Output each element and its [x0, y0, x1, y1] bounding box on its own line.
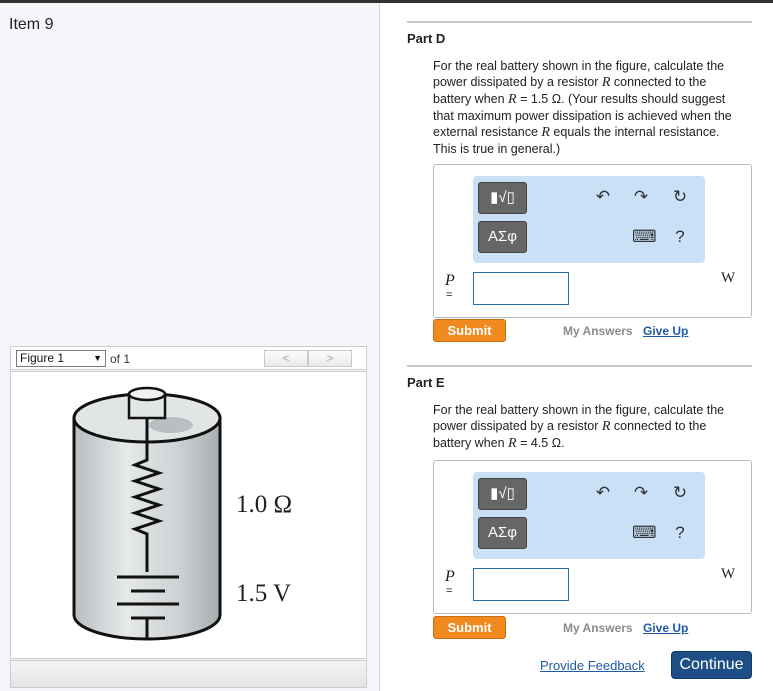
equals-sign: = [446, 289, 453, 301]
reset-icon[interactable]: ↻ [669, 483, 691, 503]
figure-toolbar: Figure 1 ▼ of 1 < > [10, 346, 367, 370]
question-value: = 1.5 Ω [516, 92, 562, 106]
voltage-label: 1.5 V [236, 580, 292, 607]
provide-feedback-link[interactable]: Provide Feedback [540, 658, 645, 673]
math-variable: R [541, 125, 550, 140]
question-text: . [561, 436, 565, 450]
keyboard-icon[interactable]: ⌨ [632, 227, 657, 247]
resistance-label: 1.0 Ω [236, 491, 293, 518]
part-d-submit-button[interactable]: Submit [433, 319, 506, 342]
part-d-question: For the real battery shown in the figure… [433, 58, 743, 157]
part-e-give-up-link[interactable]: Give Up [643, 621, 688, 635]
figure-pane: Item 9 Figure 1 ▼ of 1 < > 1.0 Ω 1.5 V [0, 3, 380, 691]
part-e-answer-input[interactable] [473, 568, 569, 601]
part-divider [407, 21, 752, 23]
undo-icon[interactable]: ↶ [592, 483, 614, 503]
battery-diagram [72, 386, 222, 641]
part-d-my-answers-link[interactable]: My Answers [563, 324, 633, 338]
part-d-give-up-link[interactable]: Give Up [643, 324, 688, 338]
part-e-my-answers-link[interactable]: My Answers [563, 621, 633, 635]
part-divider [407, 365, 752, 367]
math-variable: R [508, 92, 517, 107]
greek-symbols-button[interactable]: ΑΣφ [478, 517, 527, 549]
figure-image: 1.0 Ω 1.5 V [10, 371, 367, 659]
next-figure-button[interactable]: > [308, 350, 352, 367]
keyboard-icon[interactable]: ⌨ [632, 523, 657, 543]
math-variable: R [508, 436, 517, 451]
part-e-answer-box: ▮√▯ ΑΣφ ↶ ↷ ↻ ⌨ ? P = W [433, 460, 752, 614]
answer-unit: W [721, 270, 736, 286]
question-pane: Part D For the real battery shown in the… [381, 3, 773, 691]
template-button[interactable]: ▮√▯ [478, 478, 527, 510]
part-e-submit-button[interactable]: Submit [433, 616, 506, 639]
part-e-title: Part E [407, 375, 445, 390]
help-icon[interactable]: ? [669, 523, 691, 543]
part-d-title: Part D [407, 31, 446, 46]
greek-symbols-button[interactable]: ΑΣφ [478, 221, 527, 253]
prev-figure-button[interactable]: < [264, 350, 308, 367]
item-title: Item 9 [9, 16, 54, 33]
equals-sign: = [446, 585, 453, 597]
redo-icon[interactable]: ↷ [630, 483, 652, 503]
part-d-answer-box: ▮√▯ ΑΣφ ↶ ↷ ↻ ⌨ ? P = W [433, 164, 752, 318]
math-toolbar: ▮√▯ ΑΣφ ↶ ↷ ↻ ⌨ ? [473, 176, 705, 263]
answer-variable: P [445, 272, 455, 289]
continue-button[interactable]: Continue [671, 651, 752, 679]
answer-variable: P [445, 568, 455, 585]
figure-select-value: Figure 1 [20, 351, 65, 365]
figure-select[interactable]: Figure 1 ▼ [16, 350, 106, 367]
figure-footer [10, 660, 367, 688]
template-button[interactable]: ▮√▯ [478, 182, 527, 214]
part-d-answer-input[interactable] [473, 272, 569, 305]
figure-count: of 1 [110, 352, 131, 366]
part-e-question: For the real battery shown in the figure… [433, 402, 743, 452]
help-icon[interactable]: ? [669, 227, 691, 247]
reset-icon[interactable]: ↻ [669, 187, 691, 207]
undo-icon[interactable]: ↶ [592, 187, 614, 207]
dropdown-arrow-icon: ▼ [93, 353, 102, 363]
question-value: = 4.5 Ω [516, 436, 562, 450]
answer-unit: W [721, 566, 736, 582]
redo-icon[interactable]: ↷ [630, 187, 652, 207]
math-toolbar: ▮√▯ ΑΣφ ↶ ↷ ↻ ⌨ ? [473, 472, 705, 559]
